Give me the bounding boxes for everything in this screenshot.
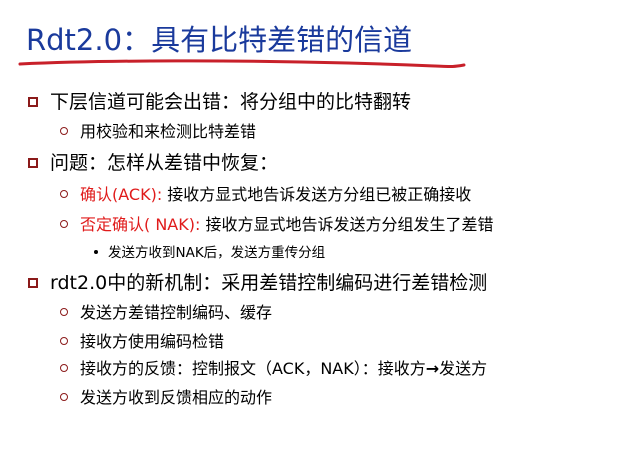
- item-text: 接收方显式地告诉发送方分组已被正确接收: [162, 185, 472, 204]
- item-text: 发送方收到NAK后，发送方重传分组: [108, 245, 326, 261]
- right-arrow-icon: →: [425, 359, 440, 378]
- title-underline: [18, 59, 466, 68]
- circle-bullet-icon: [60, 127, 68, 135]
- slide-title: Rdt2.0：具有比特差错的信道: [26, 22, 412, 58]
- circle-bullet-icon: [60, 364, 68, 372]
- square-bullet-icon: [28, 158, 38, 168]
- square-bullet-icon: [28, 278, 38, 288]
- list-item: 接收方使用编码检错: [60, 331, 224, 353]
- square-bullet-icon: [28, 97, 38, 107]
- list-item: 确认(ACK): 接收方显式地告诉发送方分组已被正确接收: [60, 184, 471, 206]
- list-item: 发送方收到NAK后，发送方重传分组: [94, 244, 325, 262]
- item-text: 接收方的反馈：控制报文（ACK，NAK）：接收方: [80, 359, 426, 378]
- list-item: 下层信道可能会出错：将分组中的比特翻转: [28, 90, 411, 114]
- item-term: 确认(ACK):: [80, 185, 163, 204]
- title-prefix: Rdt2.0：: [26, 23, 152, 57]
- title-main: 具有比特差错的信道: [151, 23, 413, 57]
- list-item: 否定确认( NAK): 接收方显式地告诉发送方分组发生了差错: [60, 214, 493, 236]
- item-text: 接收方使用编码检错: [80, 332, 225, 351]
- circle-bullet-icon: [60, 393, 68, 401]
- item-text: 发送方差错控制编码、缓存: [80, 303, 273, 322]
- slide: Rdt2.0：具有比特差错的信道 下层信道可能会出错：将分组中的比特翻转 用校验…: [0, 0, 628, 457]
- item-text: 下层信道可能会出错：将分组中的比特翻转: [50, 91, 412, 113]
- circle-bullet-icon: [60, 337, 68, 345]
- item-text: 接收方显式地告诉发送方分组发生了差错: [200, 215, 494, 234]
- item-term: 否定确认( NAK):: [80, 215, 201, 234]
- item-text: rdt2.0中的新机制：采用差错控制编码进行差错检测: [50, 272, 488, 294]
- item-text: 发送方: [439, 359, 488, 378]
- list-item: 用校验和来检测比特差错: [60, 121, 256, 143]
- item-text: 发送方收到反馈相应的动作: [80, 388, 273, 407]
- item-text: 问题：怎样从差错中恢复：: [50, 152, 279, 174]
- list-item: rdt2.0中的新机制：采用差错控制编码进行差错检测: [28, 271, 487, 295]
- list-item: 接收方的反馈：控制报文（ACK，NAK）：接收方→发送方: [60, 358, 487, 380]
- circle-bullet-icon: [60, 308, 68, 316]
- dot-bullet-icon: [94, 250, 98, 254]
- circle-bullet-icon: [60, 220, 68, 228]
- list-item: 发送方差错控制编码、缓存: [60, 302, 272, 324]
- item-text: 用校验和来检测比特差错: [80, 122, 257, 141]
- list-item: 发送方收到反馈相应的动作: [60, 387, 272, 409]
- circle-bullet-icon: [60, 190, 68, 198]
- list-item: 问题：怎样从差错中恢复：: [28, 151, 278, 175]
